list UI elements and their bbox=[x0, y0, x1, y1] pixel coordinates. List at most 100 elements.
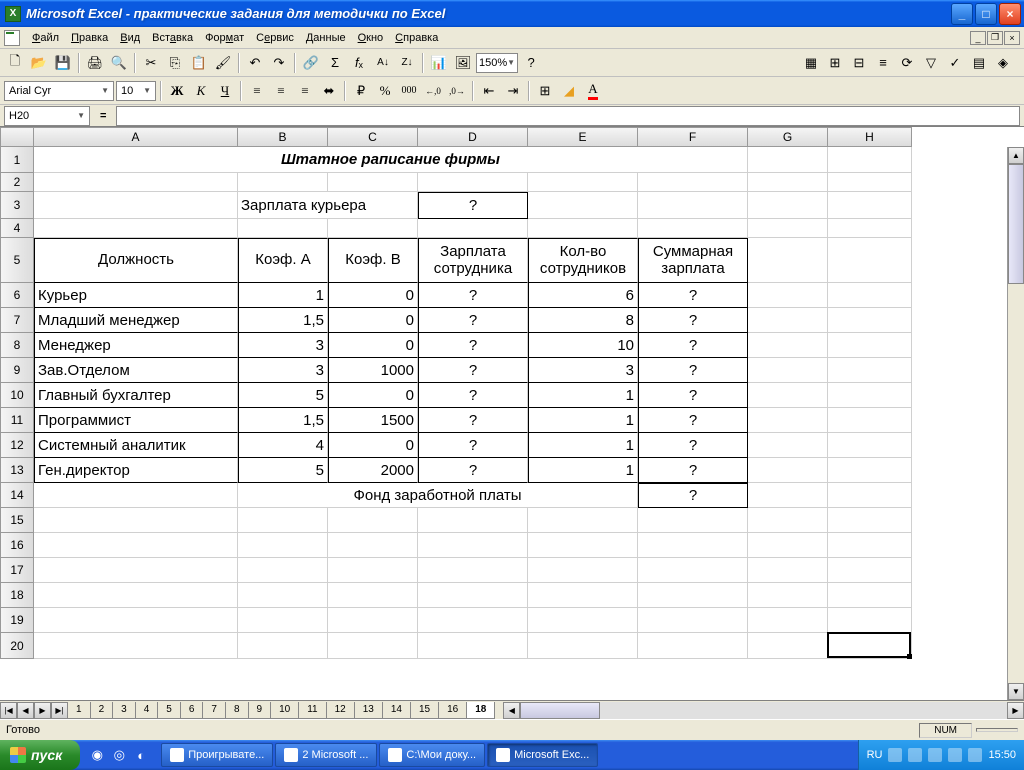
sheet-tab-3[interactable]: 3 bbox=[112, 702, 136, 719]
cell-A12[interactable]: Системный аналитик bbox=[34, 433, 238, 458]
merge-center-button[interactable]: ⬌ bbox=[318, 80, 340, 102]
open-button[interactable]: 📂 bbox=[28, 52, 50, 74]
cell-G11[interactable] bbox=[748, 408, 828, 433]
cell-C11[interactable]: 1500 bbox=[328, 408, 418, 433]
cell-A1[interactable]: Штатное раписание фирмы bbox=[34, 147, 748, 173]
ungroup-button[interactable]: ⊟ bbox=[848, 52, 870, 74]
cell-D4[interactable] bbox=[418, 219, 528, 238]
row-header-17[interactable]: 17 bbox=[0, 558, 34, 583]
mdi-restore-button[interactable]: ❐ bbox=[987, 31, 1003, 45]
cell-H6[interactable] bbox=[828, 283, 912, 308]
cell-H5[interactable] bbox=[828, 238, 912, 283]
cell-C17[interactable] bbox=[328, 558, 418, 583]
tab-nav-prev[interactable]: ◀ bbox=[17, 702, 34, 719]
cell-G10[interactable] bbox=[748, 383, 828, 408]
cell-D7[interactable]: ? bbox=[418, 308, 528, 333]
subtotal-button[interactable]: ≡ bbox=[872, 52, 894, 74]
form-button[interactable]: ▤ bbox=[968, 52, 990, 74]
tray-icon[interactable] bbox=[928, 748, 942, 762]
print-button[interactable]: 🖨 bbox=[84, 52, 106, 74]
cell-B17[interactable] bbox=[238, 558, 328, 583]
new-button[interactable]: 🗋 bbox=[4, 52, 26, 74]
row-header-14[interactable]: 14 bbox=[0, 483, 34, 508]
cell-F13[interactable]: ? bbox=[638, 458, 748, 483]
horizontal-scrollbar[interactable]: ◀ ▶ bbox=[503, 702, 1024, 719]
cell-A9[interactable]: Зав.Отделом bbox=[34, 358, 238, 383]
cell-G17[interactable] bbox=[748, 558, 828, 583]
vertical-scrollbar[interactable]: ▲ ▼ bbox=[1007, 147, 1024, 700]
cell-A6[interactable]: Курьер bbox=[34, 283, 238, 308]
vscroll-thumb[interactable] bbox=[1008, 164, 1024, 284]
cell-B15[interactable] bbox=[238, 508, 328, 533]
cell-C10[interactable]: 0 bbox=[328, 383, 418, 408]
row-header-15[interactable]: 15 bbox=[0, 508, 34, 533]
row-header-5[interactable]: 5 bbox=[0, 238, 34, 283]
cell-G2[interactable] bbox=[748, 173, 828, 192]
sheet-tab-6[interactable]: 6 bbox=[180, 702, 204, 719]
cell-C6[interactable]: 0 bbox=[328, 283, 418, 308]
sort-desc-button[interactable]: Z↓ bbox=[396, 52, 418, 74]
cell-G19[interactable] bbox=[748, 608, 828, 633]
cell-C19[interactable] bbox=[328, 608, 418, 633]
row-header-7[interactable]: 7 bbox=[0, 308, 34, 333]
cell-C13[interactable]: 2000 bbox=[328, 458, 418, 483]
row-header-19[interactable]: 19 bbox=[0, 608, 34, 633]
cut-button[interactable]: ✂ bbox=[140, 52, 162, 74]
cell-G20[interactable] bbox=[748, 633, 828, 659]
cell-A3[interactable] bbox=[34, 192, 238, 219]
cell-B10[interactable]: 5 bbox=[238, 383, 328, 408]
cell-C16[interactable] bbox=[328, 533, 418, 558]
cell-H3[interactable] bbox=[828, 192, 912, 219]
sheet-tab-18[interactable]: 18 bbox=[466, 702, 495, 719]
cell-G6[interactable] bbox=[748, 283, 828, 308]
cell-E9[interactable]: 3 bbox=[528, 358, 638, 383]
cell-E8[interactable]: 10 bbox=[528, 333, 638, 358]
sheet-tab-12[interactable]: 12 bbox=[326, 702, 355, 719]
cell-C8[interactable]: 0 bbox=[328, 333, 418, 358]
sheet-tab-13[interactable]: 13 bbox=[354, 702, 383, 719]
cell-D3[interactable]: ? bbox=[418, 192, 528, 219]
col-header-A[interactable]: A bbox=[34, 127, 238, 147]
currency-button[interactable]: ₽ bbox=[350, 80, 372, 102]
cell-B7[interactable]: 1,5 bbox=[238, 308, 328, 333]
row-header-11[interactable]: 11 bbox=[0, 408, 34, 433]
row-header-2[interactable]: 2 bbox=[0, 173, 34, 192]
cell-H8[interactable] bbox=[828, 333, 912, 358]
cell-C5[interactable]: Коэф. В bbox=[328, 238, 418, 283]
cell-H12[interactable] bbox=[828, 433, 912, 458]
cell-C15[interactable] bbox=[328, 508, 418, 533]
cell-G9[interactable] bbox=[748, 358, 828, 383]
cell-F11[interactable]: ? bbox=[638, 408, 748, 433]
cell-E12[interactable]: 1 bbox=[528, 433, 638, 458]
menu-window[interactable]: Окно bbox=[352, 30, 390, 46]
sheet-tab-15[interactable]: 15 bbox=[410, 702, 439, 719]
cell-D19[interactable] bbox=[418, 608, 528, 633]
mdi-minimize-button[interactable]: _ bbox=[970, 31, 986, 45]
autosum-button[interactable]: Σ bbox=[324, 52, 346, 74]
font-size-combo[interactable]: 10▼ bbox=[116, 81, 156, 101]
filter-button[interactable]: ▽ bbox=[920, 52, 942, 74]
tray-icon[interactable] bbox=[968, 748, 982, 762]
cell-F12[interactable]: ? bbox=[638, 433, 748, 458]
col-header-B[interactable]: B bbox=[238, 127, 328, 147]
cell-F6[interactable]: ? bbox=[638, 283, 748, 308]
align-right-button[interactable]: ≡ bbox=[294, 80, 316, 102]
cell-F20[interactable] bbox=[638, 633, 748, 659]
cell-H13[interactable] bbox=[828, 458, 912, 483]
cell-C12[interactable]: 0 bbox=[328, 433, 418, 458]
cell-G16[interactable] bbox=[748, 533, 828, 558]
format-painter-button[interactable]: 🖌 bbox=[212, 52, 234, 74]
cell-G5[interactable] bbox=[748, 238, 828, 283]
group-button[interactable]: ⊞ bbox=[824, 52, 846, 74]
row-header-10[interactable]: 10 bbox=[0, 383, 34, 408]
cell-H11[interactable] bbox=[828, 408, 912, 433]
cell-D5[interactable]: Зарплата сотрудника bbox=[418, 238, 528, 283]
increase-indent-button[interactable]: ⇥ bbox=[502, 80, 524, 102]
cell-B4[interactable] bbox=[238, 219, 328, 238]
row-header-3[interactable]: 3 bbox=[0, 192, 34, 219]
cell-A19[interactable] bbox=[34, 608, 238, 633]
cell-A17[interactable] bbox=[34, 558, 238, 583]
sheet-tab-7[interactable]: 7 bbox=[202, 702, 226, 719]
cell-B12[interactable]: 4 bbox=[238, 433, 328, 458]
cell-H19[interactable] bbox=[828, 608, 912, 633]
